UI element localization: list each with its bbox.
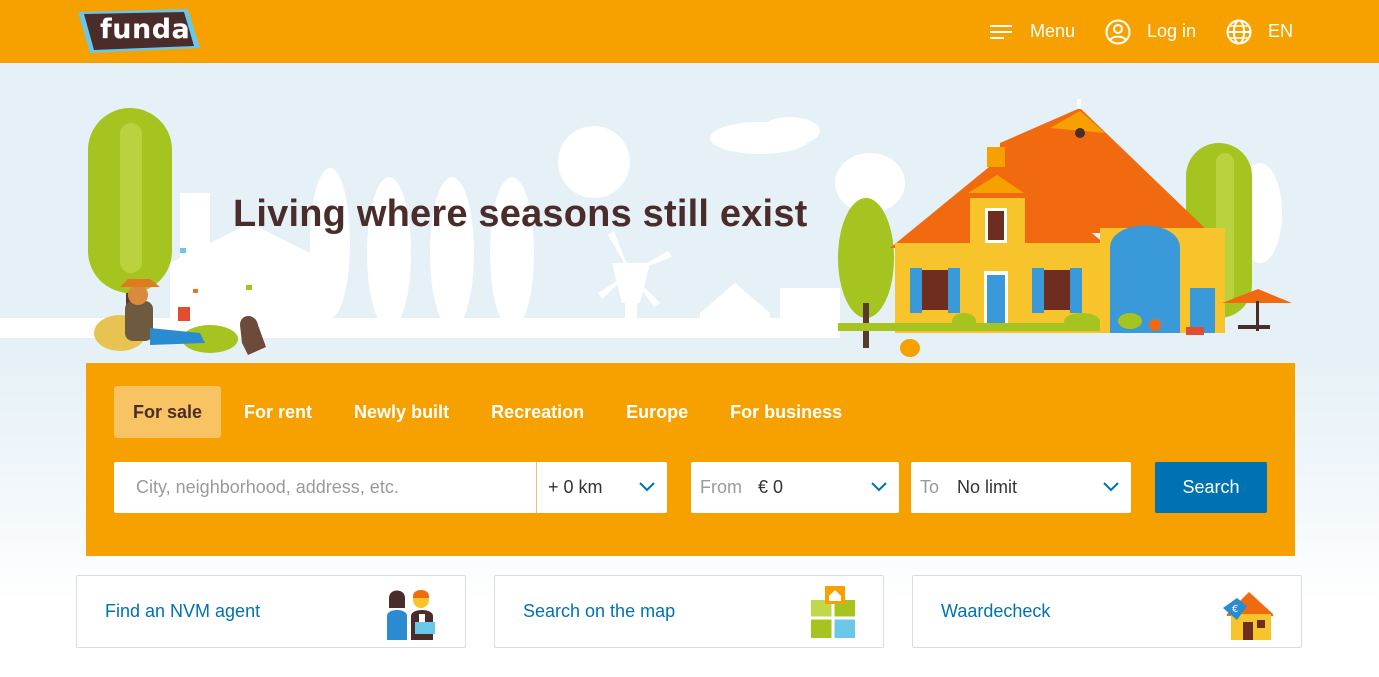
user-icon [1105,19,1131,44]
card-label: Waardecheck [941,601,1051,621]
price-from-value: € 0 [758,477,784,497]
logo-text: funda [100,14,191,45]
tab-for-sale[interactable]: For sale [114,386,222,438]
house-value-icon: € [1223,592,1273,640]
search-panel: For sale For rent Newly built Recreation… [86,363,1295,556]
hamburger-icon [990,24,1012,39]
hero-title: Living where seasons still exist [233,193,808,235]
search-tabs: For sale For rent Newly built Recreation… [114,386,861,438]
top-bar: funda Menu Log in EN [0,0,1379,63]
login-label: Log in [1147,21,1197,41]
menu-button[interactable]: Menu [990,0,1075,63]
price-to-prefix: To [920,477,940,497]
svg-text:€: € [1232,604,1238,615]
price-to-select[interactable]: To No limit [911,462,1131,513]
language-button[interactable]: EN [1226,0,1293,63]
price-from-prefix: From [700,477,742,497]
globe-icon [1226,19,1252,44]
tab-for-business[interactable]: For business [711,386,861,438]
map-icon [811,586,855,638]
card-label: Search on the map [523,601,676,621]
price-from-select[interactable]: From € 0 [691,462,899,513]
chevron-down-icon [1103,482,1119,492]
radius-value: + 0 km [548,477,603,497]
radius-select[interactable]: + 0 km [536,462,667,513]
card-search-map[interactable]: Search on the map [494,575,884,648]
login-button[interactable]: Log in [1105,0,1196,63]
tab-recreation[interactable]: Recreation [472,386,603,438]
card-label: Find an NVM agent [105,601,261,621]
agents-icon [387,590,435,640]
tab-newly-built[interactable]: Newly built [335,386,468,438]
chevron-down-icon [639,482,655,492]
price-to-value: No limit [957,477,1018,497]
location-field [114,462,536,513]
tab-for-rent[interactable]: For rent [225,386,331,438]
search-button[interactable]: Search [1155,462,1267,513]
language-label: EN [1268,21,1294,41]
menu-label: Menu [1030,21,1076,41]
card-find-agent[interactable]: Find an NVM agent [76,575,466,648]
tab-europe[interactable]: Europe [607,386,707,438]
card-waardecheck[interactable]: Waardecheck € [912,575,1302,648]
location-input[interactable] [114,462,536,513]
chevron-down-icon [871,482,887,492]
